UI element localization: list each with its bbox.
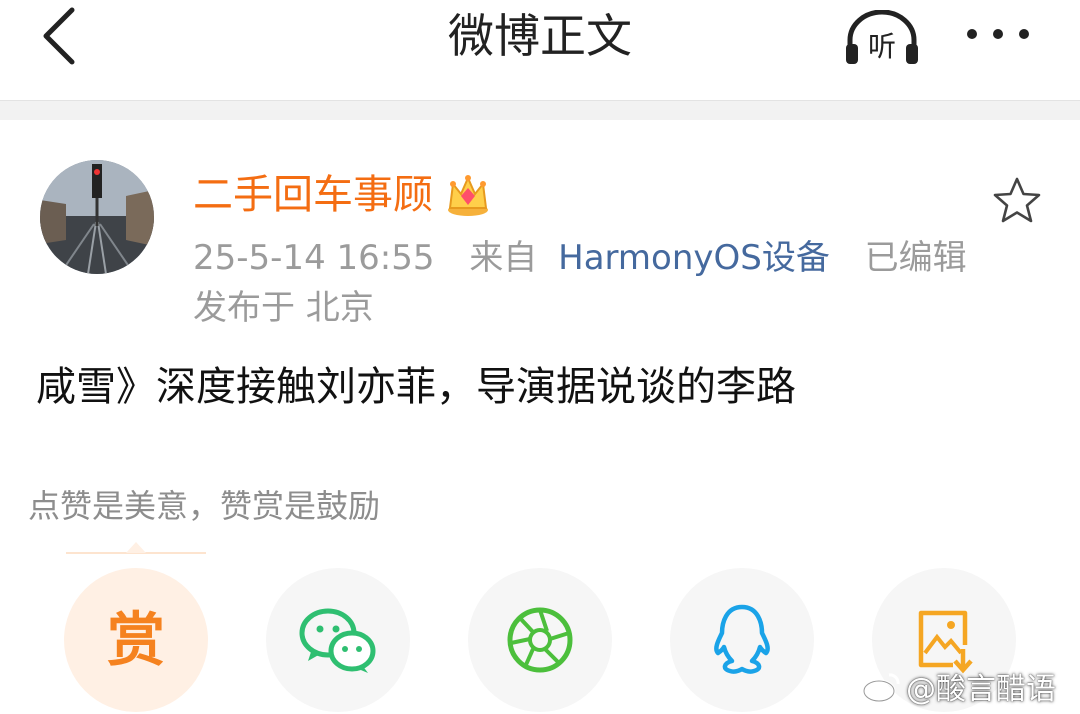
author-row: 二手回车事顾 (193, 168, 491, 222)
post-body-text: 咸雪》深度接触刘亦菲，导演据说谈的李路 (36, 364, 796, 410)
post-location: 发布于 北京 (193, 288, 374, 328)
watermark: @酸言醋语 (862, 664, 1056, 708)
author-name[interactable]: 二手回车事顾 (193, 170, 433, 220)
star-icon (993, 177, 1041, 223)
section-divider (0, 100, 1080, 120)
share-moments-button[interactable] (468, 568, 612, 712)
avatar-railway-image (40, 160, 154, 274)
share-qq-button[interactable] (670, 568, 814, 712)
reward-button[interactable]: 赏 (64, 568, 208, 712)
source-link[interactable]: HarmonyOS设备 (558, 238, 830, 278)
source-prefix: 来自 (469, 238, 538, 278)
post-timestamp: 25-5-14 16:55 (193, 238, 435, 278)
more-options-button[interactable] (962, 16, 1034, 52)
weibo-logo-icon (862, 673, 900, 703)
listen-label: 听 (868, 30, 896, 63)
wechat-icon (299, 608, 376, 673)
favorite-button[interactable] (990, 176, 1044, 226)
moments-icon (507, 607, 573, 673)
headphones-icon: 听 (846, 9, 918, 64)
more-dots-icon (967, 29, 1029, 39)
post-meta: 25-5-14 16:55 来自 HarmonyOS设备 已编辑 (193, 236, 991, 280)
reward-icon: 赏 (106, 606, 165, 674)
listen-button[interactable]: 听 (842, 9, 922, 66)
watermark-text: @酸言醋语 (906, 672, 1056, 707)
edited-label[interactable]: 已编辑 (865, 238, 967, 278)
qq-icon (714, 604, 770, 674)
avatar[interactable] (40, 160, 154, 274)
share-wechat-button[interactable] (266, 568, 410, 712)
navigation-bar: 微博正文 听 (0, 0, 1080, 100)
crown-badge-icon[interactable] (445, 172, 491, 218)
reward-hint: 点赞是美意，赞赏是鼓励 (28, 487, 381, 525)
hint-pointer (66, 542, 206, 554)
